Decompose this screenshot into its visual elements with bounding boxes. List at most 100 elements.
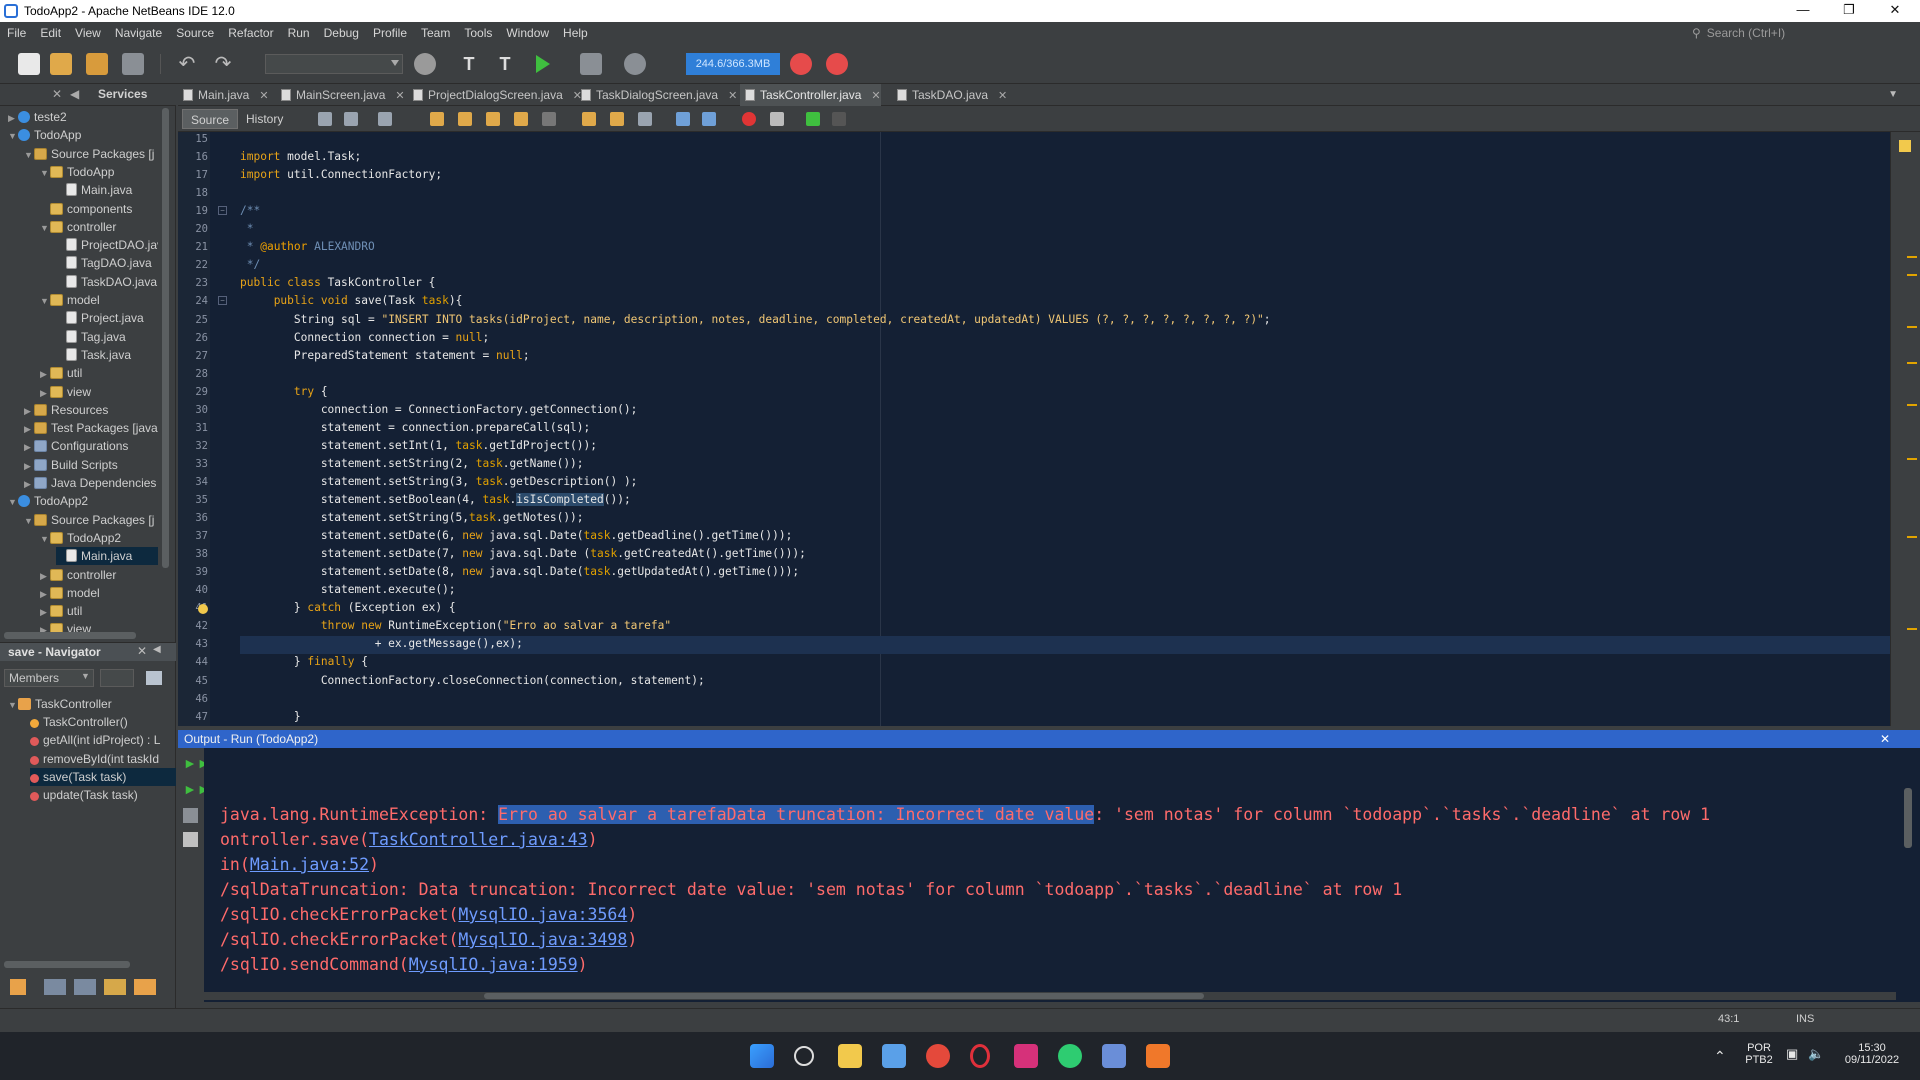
output-line[interactable]: ontroller.save(TaskController.java:43) [220,827,598,852]
tree-item[interactable]: ▶ model [40,584,158,602]
code-line[interactable]: PreparedStatement statement = null; [240,347,530,365]
chevron-right-icon[interactable]: ▶ [40,585,50,602]
output-console[interactable]: java.lang.RuntimeException: Erro ao salv… [204,748,1920,1002]
tree-hscrollbar[interactable] [4,632,136,639]
filter-fields-icon[interactable] [10,979,26,995]
code-line[interactable]: ConnectionFactory.closeConnection(connec… [240,672,705,690]
chevron-right-icon[interactable]: ▶ [24,402,34,419]
chevron-right-icon[interactable]: ▶ [40,384,50,401]
find-selection-icon[interactable] [486,112,500,126]
file-explorer-icon[interactable] [838,1044,862,1068]
run-icon[interactable] [536,55,550,73]
stop-macro-icon[interactable] [770,112,784,126]
navigator-member[interactable]: getAll(int idProject) : L [30,731,176,749]
code-line[interactable]: try { [240,383,328,401]
tree-vscrollbar[interactable] [162,108,169,568]
tree-item[interactable]: Tag.java [56,328,158,346]
clock[interactable]: 15:30 09/11/2022 [1836,1042,1908,1066]
close-icon[interactable]: ✕ [137,644,147,658]
windows-start-icon[interactable] [750,1044,774,1068]
chevron-down-icon[interactable]: ▼ [40,164,50,181]
tree-item[interactable]: ▼ Source Packages [j [24,511,158,529]
chevron-down-icon[interactable]: ▼ [8,127,18,144]
rerun-with-params-icon[interactable]: ►► [183,782,211,797]
network-icon[interactable]: ▣ [1786,1046,1798,1062]
maximize-button[interactable]: ❐ [1826,0,1872,22]
shift-left-icon[interactable] [676,112,690,126]
gc-icon[interactable] [790,53,812,75]
close-tab-icon[interactable]: ✕ [998,90,1007,102]
tree-item[interactable]: Main.java [56,547,158,566]
forward-icon[interactable] [378,112,392,126]
whatsapp-icon[interactable] [1058,1044,1082,1068]
code-line[interactable]: throw new RuntimeException("Erro ao salv… [240,617,671,635]
save-all-icon[interactable] [122,53,144,75]
output-line[interactable]: java.lang.RuntimeException: Erro ao salv… [220,802,1710,827]
members-filter-select[interactable]: Members ▼ [4,669,94,687]
tree-item[interactable]: ▶ Build Scripts [24,456,158,474]
tree-item[interactable]: ▶ Configurations [24,437,158,455]
tree-item[interactable]: ▼ model [40,291,158,309]
menu-help[interactable]: Help [556,26,595,40]
output-line[interactable]: in(Main.java:52) [220,852,379,877]
find-prev-icon[interactable] [430,112,444,126]
start-macro-icon[interactable] [742,112,756,126]
editor-tab[interactable]: MainScreen.java ✕ [276,84,405,106]
output-hscrollbar[interactable] [204,992,1896,1000]
menu-edit[interactable]: Edit [33,26,68,40]
filter-static-icon[interactable] [44,979,66,995]
quick-search[interactable]: ⚲ Search (Ctrl+I) [1692,24,1912,42]
editor-tab[interactable]: ProjectDialogScreen.java ✕ [408,84,582,106]
editor-tab[interactable]: TaskController.java ✕ [740,84,881,106]
chevron-right-icon[interactable]: ▶ [24,457,34,474]
navigator-member[interactable]: TaskController() [30,713,176,731]
minimize-panel-icon[interactable]: ◀ [70,87,79,103]
menu-tools[interactable]: Tools [457,26,499,40]
build-hammer-icon[interactable]: T [458,53,480,75]
tree-item[interactable]: ProjectDAO.java [56,236,158,254]
code-line[interactable]: statement.setDate(7, new java.sql.Date (… [240,545,806,563]
rerun-icon[interactable]: ►► [183,756,211,771]
menu-navigate[interactable]: Navigate [108,26,169,40]
code-line[interactable]: * @author ALEXANDRO [240,238,375,256]
code-line[interactable]: import model.Task; [240,148,361,166]
navigator-view-icon[interactable] [146,671,162,685]
instagram-icon[interactable] [1014,1044,1038,1068]
tree-item[interactable]: ▶ Resources [24,401,158,419]
chevron-right-icon[interactable]: ▶ [40,365,50,382]
uncomment-icon[interactable] [832,112,846,126]
tree-item[interactable]: components [40,200,158,218]
globe-icon[interactable] [414,53,436,75]
stack-trace-link[interactable]: Main.java:52 [250,855,369,874]
close-icon[interactable]: ✕ [52,87,62,103]
stop-icon[interactable] [183,808,198,823]
chevron-down-icon[interactable]: ▼ [8,493,18,510]
code-line[interactable]: statement.execute(); [240,581,456,599]
chevron-right-icon[interactable]: ▶ [24,420,34,437]
new-file-icon[interactable] [18,53,40,75]
chevron-right-icon[interactable]: ▶ [40,567,50,584]
code-line[interactable]: public void save(Task task){ [240,292,463,310]
xampp-icon[interactable] [1146,1044,1170,1068]
tree-item[interactable]: TaskDAO.java [56,273,158,291]
menu-profile[interactable]: Profile [366,26,414,40]
last-edit-icon[interactable] [318,112,332,126]
chevron-down-icon[interactable]: ▼ [24,512,34,529]
store-icon[interactable] [882,1044,906,1068]
navigator-member[interactable]: removeById(int taskId [30,750,176,768]
tree-item[interactable]: ▼ TodoApp [8,126,158,144]
filter-inherited-icon[interactable] [134,979,156,995]
toggle-highlight-icon[interactable] [514,112,528,126]
close-icon[interactable]: ✕ [1880,730,1890,748]
tree-item[interactable]: ▶ controller [40,566,158,584]
memory-indicator[interactable]: 244.6/366.3MB [686,53,780,75]
clean-build-icon[interactable]: T [494,53,516,75]
redo-icon[interactable]: ↷ [212,53,234,75]
lightbulb-hint-icon[interactable] [198,604,208,614]
code-line[interactable]: Connection connection = null; [240,329,489,347]
menu-source[interactable]: Source [169,26,221,40]
output-vscrollbar[interactable] [1904,788,1912,848]
close-tab-icon[interactable]: ✕ [259,90,268,102]
minimize-panel-icon[interactable]: ◀ [153,644,161,655]
chevron-right-icon[interactable]: ▶ [8,109,18,126]
